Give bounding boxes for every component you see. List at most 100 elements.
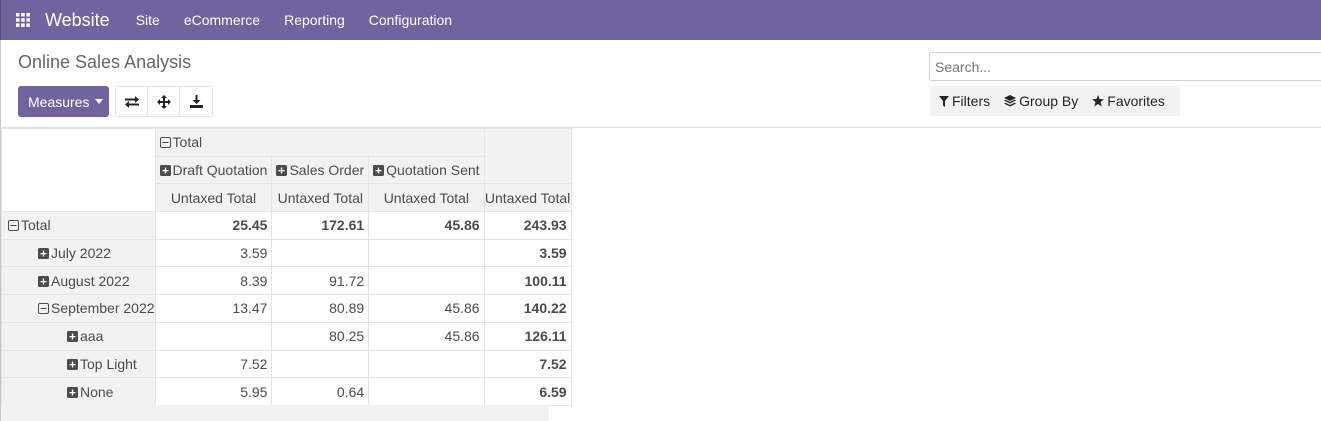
measure-header[interactable]: Untaxed Total xyxy=(483,183,572,213)
plus-square-icon xyxy=(38,248,49,260)
pivot-cell[interactable]: 126.11 xyxy=(483,321,572,351)
pivot-cell[interactable]: 7.52 xyxy=(483,349,572,379)
table-row: September 2022 13.47 80.89 45.86 140.22 xyxy=(1,294,572,323)
pivot-cell[interactable]: 0.64 xyxy=(271,377,370,406)
row-header[interactable]: Top Light xyxy=(1,349,156,379)
pivot-footer xyxy=(1,405,549,421)
pivot-cell[interactable]: 8.39 xyxy=(154,266,273,296)
col-header-draft-quotation[interactable]: Draft Quotation xyxy=(154,155,273,185)
plus-square-icon xyxy=(67,358,78,370)
plus-square-icon xyxy=(276,165,288,177)
row-header[interactable]: September 2022 xyxy=(1,294,156,323)
app-brand[interactable]: Website xyxy=(45,10,110,31)
pivot-cell[interactable]: 100.11 xyxy=(483,266,572,296)
measure-header[interactable]: Untaxed Total xyxy=(154,183,273,213)
favorites-label: Favorites xyxy=(1107,93,1165,109)
measure-header[interactable]: Untaxed Total xyxy=(368,183,485,213)
row-header-label: None xyxy=(80,383,114,400)
row-header[interactable]: None xyxy=(1,377,156,406)
pivot-cell[interactable]: 7.52 xyxy=(154,349,273,379)
row-header[interactable]: July 2022 xyxy=(1,238,156,268)
col-header-quotation-sent[interactable]: Quotation Sent xyxy=(368,155,485,185)
table-row: Top Light 7.52 7.52 xyxy=(1,349,572,379)
row-header-label: aaa xyxy=(80,328,104,345)
table-row: August 2022 8.39 91.72 100.11 xyxy=(1,266,572,296)
favorites-button[interactable]: Favorites xyxy=(1083,93,1170,109)
pivot-cell[interactable]: 45.86 xyxy=(368,321,485,351)
caret-down-icon xyxy=(95,99,104,104)
top-navbar: Website Site eCommerce Reporting Configu… xyxy=(0,0,1321,40)
page-title: Online Sales Analysis xyxy=(18,52,192,72)
row-header-label: August 2022 xyxy=(51,272,130,289)
row-header-label: July 2022 xyxy=(51,245,111,262)
row-header[interactable]: aaa xyxy=(1,321,156,351)
pivot-cell[interactable]: 45.86 xyxy=(368,294,485,323)
star-icon xyxy=(1092,95,1105,107)
col-header-sales-order[interactable]: Sales Order xyxy=(271,155,370,185)
minus-square-icon xyxy=(8,220,19,232)
menu-configuration[interactable]: Configuration xyxy=(357,0,464,40)
pivot-cell[interactable]: 45.86 xyxy=(368,211,485,240)
pivot-corner xyxy=(1,127,156,213)
pivot-cell[interactable] xyxy=(271,238,370,268)
col-header-empty xyxy=(483,127,572,185)
pivot-cell[interactable]: 3.59 xyxy=(483,238,572,268)
pivot-cell[interactable]: 80.89 xyxy=(271,294,370,323)
menu-site[interactable]: Site xyxy=(124,0,172,40)
pivot-cell[interactable] xyxy=(271,349,370,379)
download-icon[interactable] xyxy=(180,87,212,116)
pivot-cell[interactable]: 172.61 xyxy=(271,211,370,240)
col-header-total-label: Total xyxy=(172,134,203,151)
pivot-cell[interactable]: 91.72 xyxy=(271,266,370,296)
control-panel: Online Sales Analysis Measures Search...… xyxy=(0,40,1321,128)
search-options: Filters Group By Favorites xyxy=(930,86,1180,116)
measure-header[interactable]: Untaxed Total xyxy=(271,183,370,213)
plus-square-icon xyxy=(67,331,78,343)
pivot-cell[interactable]: 5.95 xyxy=(154,377,273,406)
col-header-total[interactable]: Total xyxy=(154,128,485,157)
pivot-cell[interactable]: 80.25 xyxy=(271,321,370,351)
measures-label: Measures xyxy=(28,93,90,110)
row-header[interactable]: August 2022 xyxy=(1,266,156,296)
pivot-actions xyxy=(115,86,213,117)
pivot-cell[interactable]: 13.47 xyxy=(154,294,273,323)
pivot-table: Total Draft Quotation Sales Order Quotat… xyxy=(1,127,572,406)
col-header-draft-quotation-label: Draft Quotation xyxy=(172,162,268,179)
pivot-cell[interactable] xyxy=(154,321,273,351)
pivot-cell[interactable]: 243.93 xyxy=(483,211,572,240)
table-row: Total 25.45 172.61 45.86 243.93 xyxy=(1,211,572,240)
search-input-wrapper xyxy=(929,52,1321,81)
pivot-cell[interactable]: 140.22 xyxy=(483,294,572,323)
pivot-cell[interactable]: 3.59 xyxy=(154,238,273,268)
table-row: aaa 80.25 45.86 126.11 xyxy=(1,321,572,351)
search-input[interactable] xyxy=(930,53,1321,80)
pivot-body: Total 25.45 172.61 45.86 243.93 July 2022 3.59… xyxy=(1,211,572,406)
layers-icon xyxy=(1004,95,1017,107)
table-row: None 5.95 0.64 6.59 xyxy=(1,377,572,406)
flip-axis-icon[interactable] xyxy=(116,87,148,116)
pivot-cell[interactable] xyxy=(368,349,485,379)
groupby-label: Group By xyxy=(1019,93,1079,109)
row-header-label: September 2022 xyxy=(51,300,155,317)
pivot-cell[interactable] xyxy=(368,266,485,296)
table-row: July 2022 3.59 3.59 xyxy=(1,238,572,268)
minus-square-icon xyxy=(38,303,49,315)
filters-label: Filters xyxy=(952,93,991,109)
filter-icon xyxy=(939,95,949,107)
filters-button[interactable]: Filters xyxy=(930,93,995,109)
col-header-sales-order-label: Sales Order xyxy=(289,162,365,179)
plus-square-icon xyxy=(38,275,49,287)
pivot-cell[interactable] xyxy=(368,238,485,268)
pivot-cell[interactable]: 6.59 xyxy=(483,377,572,406)
pivot-cell[interactable]: 25.45 xyxy=(154,211,273,240)
menu-ecommerce[interactable]: eCommerce xyxy=(172,0,272,40)
grid-icon[interactable] xyxy=(1,0,45,40)
measures-button[interactable]: Measures xyxy=(18,86,109,117)
pivot-cell[interactable] xyxy=(368,377,485,406)
row-header[interactable]: Total xyxy=(1,211,156,240)
groupby-button[interactable]: Group By xyxy=(995,93,1083,109)
col-header-quotation-sent-label: Quotation Sent xyxy=(386,162,480,179)
plus-square-icon xyxy=(373,165,385,177)
menu-reporting[interactable]: Reporting xyxy=(272,0,357,40)
expand-all-icon[interactable] xyxy=(148,87,180,116)
